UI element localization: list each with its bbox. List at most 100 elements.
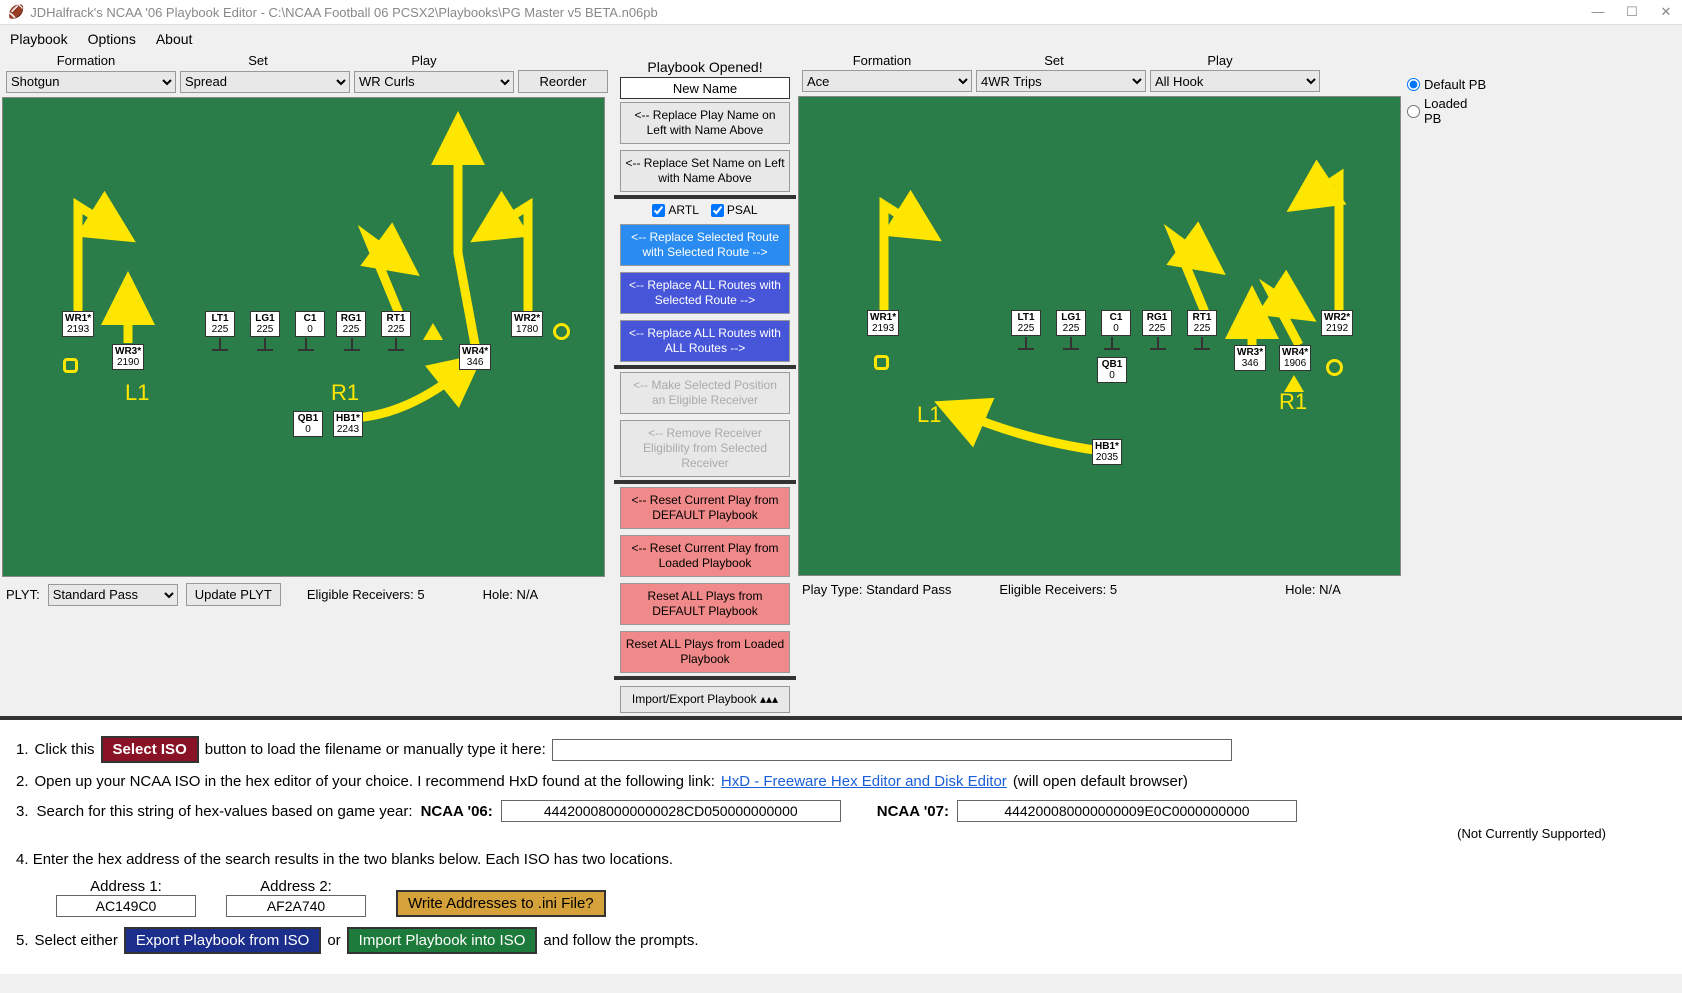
label-play-right: Play: [1140, 53, 1300, 68]
ncaa07-label: NCAA '07:: [877, 803, 949, 820]
reset-current-default-button[interactable]: <-- Reset Current Play from DEFAULT Play…: [620, 487, 790, 529]
menu-playbook[interactable]: Playbook: [10, 31, 68, 47]
annot-l1-right: L1: [917, 402, 941, 428]
app-icon: 🏈: [8, 4, 24, 20]
player-rt1-left[interactable]: RT1225: [381, 311, 411, 337]
annot-r1-left: R1: [331, 380, 359, 406]
reset-current-loaded-button[interactable]: <-- Reset Current Play from Loaded Playb…: [620, 535, 790, 577]
square-icon: [63, 358, 78, 373]
write-addresses-button[interactable]: Write Addresses to .ini File?: [396, 890, 606, 917]
replace-all-routes-all-button[interactable]: <-- Replace ALL Routes with ALL Routes -…: [620, 320, 790, 362]
player-wr4-left[interactable]: WR4*346: [459, 344, 491, 370]
default-pb-radio[interactable]: [1407, 78, 1420, 91]
make-eligible-button: <-- Make Selected Position an Eligible R…: [620, 372, 790, 414]
step3-text: Search for this string of hex-values bas…: [37, 803, 413, 820]
reset-all-loaded-button[interactable]: Reset ALL Plays from Loaded Playbook: [620, 631, 790, 673]
playtype-right: Play Type: Standard Pass: [802, 582, 951, 597]
play-field-left[interactable]: WR1*2193 WR3*2190 LT1225 LG1225 C10 RG12…: [2, 97, 605, 577]
player-wr3-left[interactable]: WR3*2190: [112, 344, 144, 370]
player-lg1-left[interactable]: LG1225: [250, 311, 280, 337]
address2-label: Address 2:: [226, 878, 366, 895]
player-hb1-left[interactable]: HB1*2243: [333, 411, 363, 437]
step5-or: or: [327, 932, 340, 949]
status-bar-right: Play Type: Standard Pass Eligible Receiv…: [796, 578, 1403, 601]
playbook-opened-label: Playbook Opened!: [647, 53, 762, 77]
playbook-source-radios: Default PB Loaded PB: [1403, 53, 1491, 716]
replace-all-routes-selected-button[interactable]: <-- Replace ALL Routes with Selected Rou…: [620, 272, 790, 314]
play-field-right[interactable]: WR1*2193 LT1225 LG1225 C10 RG1225 RT1225…: [798, 96, 1401, 576]
circle-icon: [553, 323, 570, 340]
ncaa06-label: NCAA '06:: [421, 803, 493, 820]
import-export-button[interactable]: Import/Export Playbook ▴▴▴: [620, 686, 790, 713]
player-rg1-right[interactable]: RG1225: [1142, 310, 1172, 336]
player-wr4-right[interactable]: WR4*1906: [1279, 345, 1311, 371]
player-lt1-left[interactable]: LT1225: [205, 311, 235, 337]
player-wr1-right[interactable]: WR1*2193: [867, 310, 899, 336]
replace-set-name-button[interactable]: <-- Replace Set Name on Left with Name A…: [620, 150, 790, 192]
player-lt1-right[interactable]: LT1225: [1011, 310, 1041, 336]
step1-text-b: button to load the filename or manually …: [205, 741, 546, 758]
player-rt1-right[interactable]: RT1225: [1187, 310, 1217, 336]
psal-checkbox[interactable]: PSAL: [711, 203, 758, 217]
player-wr3-right[interactable]: WR3*346: [1234, 345, 1266, 371]
formation-select-right[interactable]: Ace: [802, 70, 972, 92]
close-button[interactable]: ✕: [1658, 4, 1674, 20]
circle-icon: [1326, 359, 1343, 376]
player-wr1-left[interactable]: WR1*2193: [62, 311, 94, 337]
address2-input[interactable]: [226, 895, 366, 917]
player-qb1-right[interactable]: QB10: [1097, 357, 1127, 383]
hole-right: Hole: N/A: [1285, 582, 1341, 597]
annot-r1-right: R1: [1279, 389, 1307, 415]
play-select-right[interactable]: All Hook: [1150, 70, 1320, 92]
play-select-left[interactable]: WR Curls: [354, 71, 514, 93]
step4-text: Enter the hex address of the search resu…: [33, 851, 673, 868]
hxd-link[interactable]: HxD - Freeware Hex Editor and Disk Edito…: [721, 773, 1007, 790]
hole-left: Hole: N/A: [483, 587, 539, 602]
label-play-left: Play: [344, 53, 504, 68]
annot-l1-left: L1: [125, 380, 149, 406]
menu-about[interactable]: About: [156, 31, 193, 47]
replace-play-name-button[interactable]: <-- Replace Play Name on Left with Name …: [620, 102, 790, 144]
eligible-receivers-left: Eligible Receivers: 5: [307, 587, 425, 602]
player-c1-left[interactable]: C10: [295, 311, 325, 337]
iso-path-input[interactable]: [552, 739, 1232, 761]
artl-checkbox[interactable]: ARTL: [652, 203, 698, 217]
hex-06-input[interactable]: [501, 800, 841, 822]
menu-options[interactable]: Options: [88, 31, 136, 47]
label-formation-left: Formation: [0, 53, 172, 68]
reorder-button[interactable]: Reorder: [518, 70, 608, 93]
triangle-icon: [423, 323, 443, 340]
set-select-right[interactable]: 4WR Trips: [976, 70, 1146, 92]
label-set-right: Set: [968, 53, 1140, 68]
minimize-button[interactable]: —: [1590, 4, 1606, 20]
player-qb1-left[interactable]: QB10: [293, 411, 323, 437]
address1-input[interactable]: [56, 895, 196, 917]
set-select-left[interactable]: Spread: [180, 71, 350, 93]
player-wr2-left[interactable]: WR2*1780: [511, 311, 543, 337]
step5-text-a: Select either: [35, 932, 118, 949]
replace-selected-route-button[interactable]: <-- Replace Selected Route with Selected…: [620, 224, 790, 266]
not-supported-note: (Not Currently Supported): [16, 826, 1606, 841]
new-name-input[interactable]: [620, 77, 790, 99]
player-hb1-right[interactable]: HB1*2035: [1092, 439, 1122, 465]
player-c1-right[interactable]: C10: [1101, 310, 1131, 336]
player-wr2-right[interactable]: WR2*2192: [1321, 310, 1353, 336]
eligible-receivers-right: Eligible Receivers: 5: [999, 582, 1117, 597]
player-rg1-left[interactable]: RG1225: [336, 311, 366, 337]
loaded-pb-radio[interactable]: [1407, 105, 1420, 118]
player-lg1-right[interactable]: LG1225: [1056, 310, 1086, 336]
title-bar: 🏈 JDHalfrack's NCAA '06 Playbook Editor …: [0, 0, 1682, 25]
select-iso-button[interactable]: Select ISO: [101, 736, 199, 763]
maximize-button[interactable]: ☐: [1624, 4, 1640, 20]
remove-eligibility-button: <-- Remove Receiver Eligibility from Sel…: [620, 420, 790, 477]
export-playbook-button[interactable]: Export Playbook from ISO: [124, 927, 321, 954]
hex-07-input[interactable]: [957, 800, 1297, 822]
formation-select-left[interactable]: Shotgun: [6, 71, 176, 93]
center-panel: Playbook Opened! <-- Replace Play Name o…: [614, 53, 796, 716]
reset-all-default-button[interactable]: Reset ALL Plays from DEFAULT Playbook: [620, 583, 790, 625]
update-plyt-button[interactable]: Update PLYT: [186, 583, 281, 606]
plyt-select[interactable]: Standard Pass: [48, 584, 178, 606]
import-playbook-button[interactable]: Import Playbook into ISO: [347, 927, 538, 954]
address1-label: Address 1:: [56, 878, 196, 895]
window-title: JDHalfrack's NCAA '06 Playbook Editor - …: [30, 5, 1590, 20]
